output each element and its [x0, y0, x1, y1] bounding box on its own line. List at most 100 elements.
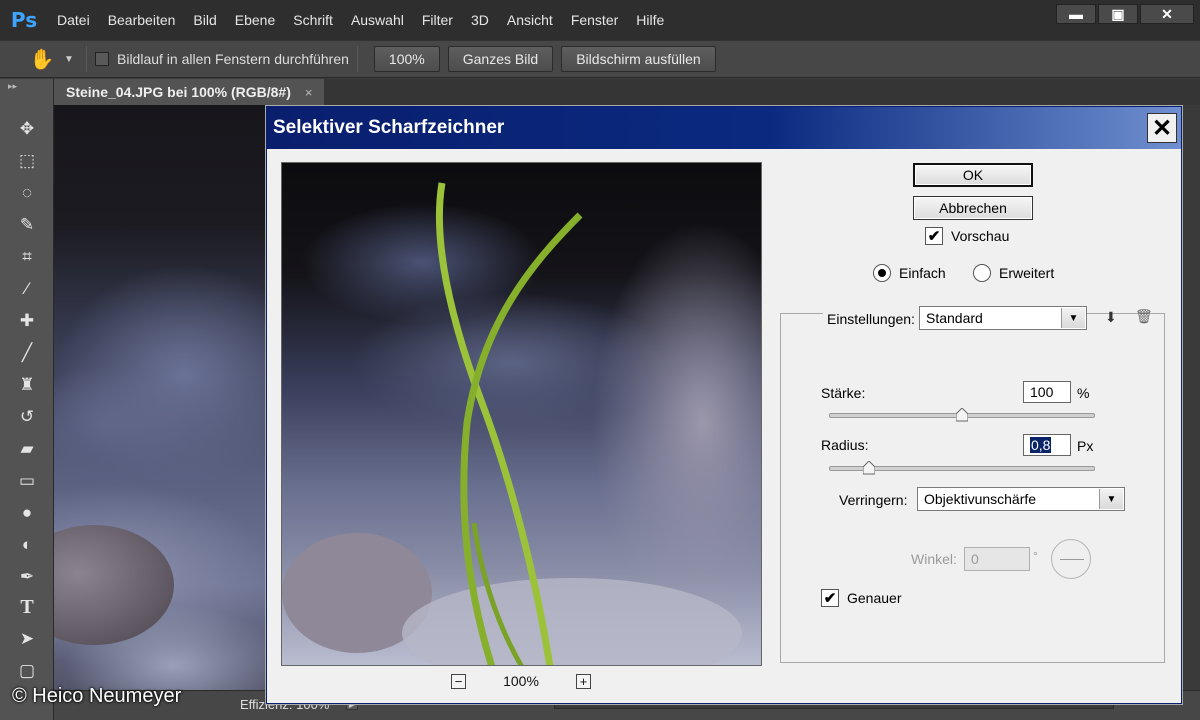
menu-ebene[interactable]: Ebene — [226, 12, 284, 28]
radius-unit: Px — [1077, 438, 1094, 454]
save-preset-icon[interactable]: ⬇ — [1105, 309, 1127, 327]
fill-screen-button[interactable]: Bildschirm ausfüllen — [561, 46, 716, 72]
more-accurate-label: Genauer — [847, 590, 902, 606]
history-brush-icon[interactable]: ↺ — [12, 403, 42, 431]
preview-label: Vorschau — [951, 228, 1010, 244]
mode-simple-radio[interactable] — [873, 264, 891, 282]
scroll-all-label: Bildlauf in allen Fenstern durchführen — [117, 51, 349, 67]
document-tab[interactable]: Steine_04.JPG bei 100% (RGB/8#) × — [54, 79, 325, 105]
preview-pebbles — [402, 578, 742, 665]
close-window-button[interactable]: ✕ — [1140, 4, 1194, 24]
separator — [356, 46, 358, 72]
zoom-value: 100% — [503, 673, 539, 689]
amount-slider-thumb[interactable] — [956, 408, 968, 422]
close-tab-icon[interactable]: × — [305, 85, 313, 100]
amount-input[interactable]: 100 — [1023, 381, 1071, 403]
lasso-icon[interactable]: ◌ — [12, 179, 42, 207]
tool-preset-dropdown[interactable]: ▼ — [64, 54, 78, 65]
collapse-icon[interactable]: ▸▸ — [8, 81, 17, 92]
angle-label: Winkel: — [911, 551, 957, 567]
radius-slider[interactable] — [829, 461, 1095, 475]
settings-label: Einstellungen: — [823, 311, 919, 327]
document-tab-title: Steine_04.JPG bei 100% (RGB/8#) — [66, 84, 291, 100]
eyedropper-icon[interactable]: ⁄ — [12, 275, 42, 303]
hand-tool-icon[interactable]: ✋ — [20, 44, 64, 74]
mode-advanced-option[interactable]: Erweitert — [973, 264, 1054, 282]
menu-bild[interactable]: Bild — [184, 12, 225, 28]
amount-unit: % — [1077, 385, 1090, 401]
crop-icon[interactable]: ⌗ — [12, 243, 42, 271]
menu-bearbeiten[interactable]: Bearbeiten — [99, 12, 185, 28]
menu-ansicht[interactable]: Ansicht — [498, 12, 562, 28]
filter-preview[interactable] — [281, 162, 762, 666]
angle-value: 0 — [971, 551, 979, 567]
preview-image — [282, 182, 742, 665]
path-selection-icon[interactable]: ➤ — [12, 625, 42, 653]
zoom-100-button[interactable]: 100% — [373, 46, 440, 72]
more-accurate-checkbox[interactable]: ✔ — [821, 589, 839, 607]
chevron-down-icon[interactable]: ▼ — [1061, 308, 1085, 328]
canvas-image-rock — [54, 525, 174, 645]
angle-dial — [1051, 539, 1091, 579]
zoom-in-button[interactable]: + — [576, 673, 591, 689]
dialog-titlebar[interactable]: Selektiver Scharfzeichner ✕ — [267, 107, 1181, 149]
remove-dropdown[interactable]: Objektivunschärfe ▼ — [917, 487, 1125, 511]
remove-value: Objektivunschärfe — [924, 491, 1037, 507]
separator — [86, 46, 87, 72]
radius-input[interactable]: 0,8 — [1023, 434, 1071, 456]
mode-advanced-radio[interactable] — [973, 264, 991, 282]
smart-sharpen-dialog: Selektiver Scharfzeichner ✕ − 100% + OK … — [266, 106, 1182, 704]
eraser-icon[interactable]: ▰ — [12, 435, 42, 463]
menu-datei[interactable]: Datei — [48, 12, 99, 28]
options-bar: ✋ ▼ Bildlauf in allen Fenstern durchführ… — [0, 40, 1200, 78]
blur-icon[interactable]: ● — [12, 499, 42, 527]
settings-dropdown[interactable]: Standard ▼ — [919, 306, 1087, 330]
clone-stamp-icon[interactable]: ♜ — [12, 371, 42, 399]
mode-advanced-label: Erweitert — [999, 265, 1055, 281]
minimize-button[interactable]: ▬ — [1056, 4, 1096, 24]
dialog-title: Selektiver Scharfzeichner — [273, 117, 505, 138]
fit-screen-button[interactable]: Ganzes Bild — [447, 46, 554, 72]
preview-toggle[interactable]: ✔ Vorschau — [925, 227, 1009, 245]
tools-panel: ▸▸ ✥ ⬚ ◌ ✎ ⌗ ⁄ ✚ ╱ ♜ ↺ ▰ ▭ ● ◐ ✒ T ➤ ▢ — [0, 79, 54, 720]
menu-fenster[interactable]: Fenster — [562, 12, 627, 28]
menu-auswahl[interactable]: Auswahl — [342, 12, 413, 28]
mode-simple-label: Einfach — [899, 265, 946, 281]
marquee-icon[interactable]: ⬚ — [12, 147, 42, 175]
radio-selected-dot — [878, 269, 886, 277]
menu-hilfe[interactable]: Hilfe — [627, 12, 673, 28]
more-accurate-toggle[interactable]: ✔ Genauer — [821, 589, 901, 607]
radius-value: 0,8 — [1030, 437, 1052, 453]
remove-label: Verringern: — [839, 492, 908, 508]
radius-slider-thumb[interactable] — [863, 461, 875, 475]
menu-filter[interactable]: Filter — [413, 12, 462, 28]
gradient-icon[interactable]: ▭ — [12, 467, 42, 495]
ok-button[interactable]: OK — [913, 163, 1033, 187]
menu-bar: Ps Datei Bearbeiten Bild Ebene Schrift A… — [0, 0, 1200, 40]
move-icon[interactable]: ✥ — [12, 115, 42, 143]
angle-input: 0 — [964, 547, 1030, 571]
brush-icon[interactable]: ╱ — [12, 339, 42, 367]
quick-selection-icon[interactable]: ✎ — [12, 211, 42, 239]
healing-brush-icon[interactable]: ✚ — [12, 307, 42, 335]
amount-label: Stärke: — [821, 385, 866, 401]
maximize-button[interactable]: ▣ — [1098, 4, 1138, 24]
mode-simple-option[interactable]: Einfach — [873, 264, 946, 282]
dodge-icon[interactable]: ◐ — [12, 531, 42, 559]
amount-slider[interactable] — [829, 408, 1095, 422]
chevron-down-icon[interactable]: ▼ — [1099, 489, 1123, 509]
radius-label: Radius: — [821, 437, 869, 453]
zoom-out-button[interactable]: − — [451, 673, 466, 689]
amount-value: 100 — [1030, 384, 1054, 400]
cancel-button[interactable]: Abbrechen — [913, 196, 1033, 220]
trash-icon[interactable]: 🗑 — [1135, 308, 1153, 326]
preview-checkbox[interactable]: ✔ — [925, 227, 943, 245]
type-icon[interactable]: T — [12, 593, 42, 621]
scroll-all-checkbox[interactable] — [95, 52, 109, 66]
shape-icon[interactable]: ▢ — [12, 657, 42, 685]
app-logo: Ps — [10, 8, 38, 32]
pen-icon[interactable]: ✒ — [12, 563, 42, 591]
dialog-close-button[interactable]: ✕ — [1147, 113, 1177, 143]
menu-3d[interactable]: 3D — [462, 12, 498, 28]
menu-schrift[interactable]: Schrift — [284, 12, 342, 28]
